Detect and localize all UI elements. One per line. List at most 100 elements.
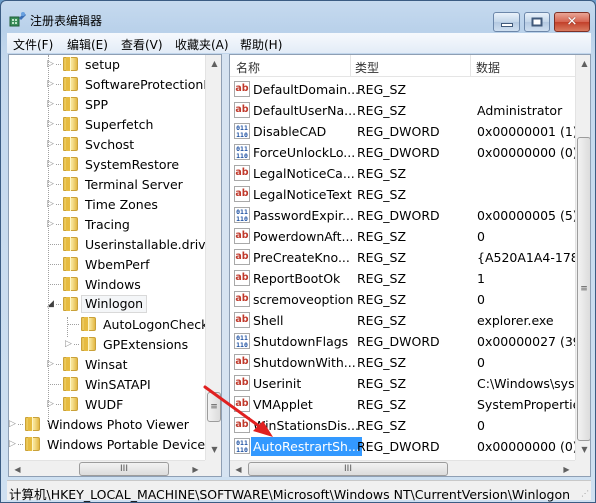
tree-item[interactable]: ▷ Windows Portable Devices — [9, 434, 212, 454]
window-title: 注册表编辑器 — [30, 14, 103, 28]
menu-view[interactable]: 查看(V) — [121, 36, 163, 53]
folder-icon — [63, 57, 78, 71]
value-row[interactable]: 011 110 PasswordExpir... REG_DWORD 0x0000000… — [230, 205, 578, 226]
tree-item-label: Windows Photo Viewer — [47, 417, 189, 432]
value-row[interactable]: ab PowerdownAft... REG_SZ 0 — [230, 226, 575, 247]
menu-edit[interactable]: 编辑(E) — [67, 36, 108, 53]
value-row[interactable]: ab scremoveoption REG_SZ 0 — [230, 289, 575, 310]
tree-item[interactable]: ▷ Winsat — [9, 354, 209, 374]
tree-item[interactable]: ▷ SoftwareProtectionPla — [9, 74, 221, 94]
column-divider[interactable] — [350, 55, 351, 77]
tree-connector — [56, 404, 61, 405]
tree-item[interactable]: ▷ SystemRestore — [9, 154, 209, 174]
column-divider[interactable] — [470, 55, 471, 77]
value-row[interactable]: ab LegalNoticeText REG_SZ — [230, 184, 575, 205]
binary-line: 110 — [236, 131, 248, 139]
pane-splitter[interactable] — [222, 54, 229, 477]
tree-item[interactable]: WinSATAPI — [9, 374, 209, 394]
collapsed-triangle-icon[interactable]: ▷ — [65, 339, 72, 349]
scroll-corner — [205, 460, 221, 476]
collapsed-triangle-icon[interactable]: ▷ — [9, 439, 16, 449]
tree-item[interactable]: ▷ Superfetch — [9, 114, 209, 134]
tree-item[interactable]: ▷ Terminal Server — [9, 174, 209, 194]
menu-file[interactable]: 文件(F) — [13, 36, 53, 53]
key-tree[interactable]: ▷ setup ▷ SoftwareProtectionPla ▷ SPP ▷ Superfe… — [8, 54, 222, 477]
binary-line: 110 — [236, 446, 248, 454]
maximize-button[interactable] — [524, 12, 550, 32]
menu-favorites[interactable]: 收藏夹(A) — [175, 36, 229, 53]
tree-horizontal-scrollbar[interactable]: ◀ III ▶ — [9, 460, 205, 476]
value-row[interactable]: 011 110 ForceUnlockLo... REG_DWORD 0x0000000… — [230, 142, 578, 163]
list-horizontal-scrollbar[interactable]: ◀ III ▶ — [230, 460, 575, 476]
tree-item[interactable]: ▷ Tracing — [9, 214, 209, 234]
tree-connector — [74, 344, 79, 345]
value-data: {A520A1A4-1780 — [477, 250, 587, 265]
string-value-icon: ab — [234, 81, 250, 97]
tree-item[interactable]: ▷ Time Zones — [9, 194, 209, 214]
value-row[interactable]: ab Shell REG_SZ explorer.exe — [230, 310, 575, 331]
tree-item-label: SystemRestore — [85, 157, 180, 172]
value-row[interactable]: ab VMApplet REG_SZ SystemPropertie — [230, 394, 580, 415]
tree-item[interactable]: Windows — [9, 274, 209, 294]
value-row[interactable]: ab PreCreateKno... REG_SZ {A520A1A4-1780 — [230, 247, 587, 268]
scroll-thumb[interactable]: ≡ — [577, 137, 590, 441]
value-name: ReportBootOk — [253, 271, 341, 286]
value-list[interactable]: 名称 类型 数据 ab DefaultDomain... REG_SZ ab Defau… — [229, 54, 591, 477]
tree-item[interactable]: Userinstallable.drivers — [9, 234, 221, 254]
tree-item-label: WinSATAPI — [85, 377, 151, 392]
folder-icon — [63, 177, 78, 191]
column-name[interactable]: 名称 — [236, 59, 260, 76]
value-row[interactable]: ab WinStationsDis... REG_SZ 0 — [230, 415, 575, 436]
scroll-left-icon[interactable]: ◀ — [230, 461, 247, 476]
list-vertical-scrollbar[interactable]: ▲ ≡ ▼ — [575, 55, 590, 460]
value-type: REG_DWORD — [357, 208, 440, 223]
resize-grip-icon[interactable]: ⋰ — [581, 489, 589, 498]
tree-item[interactable]: ▷ Svchost — [9, 134, 209, 154]
menu-help[interactable]: 帮助(H) — [240, 36, 282, 53]
value-row[interactable]: 011 110 ShutdownFlags REG_DWORD 0x00000027 (… — [230, 331, 586, 352]
scroll-down-icon[interactable]: ▼ — [576, 441, 590, 458]
tree-item[interactable]: ▷ Windows Photo Viewer — [9, 414, 209, 434]
tree-item[interactable]: ▷ WUDF — [9, 394, 209, 414]
scroll-up-icon[interactable]: ▲ — [206, 55, 221, 72]
tree-connector — [50, 284, 61, 285]
value-row[interactable]: 011 110 DisableCAD REG_DWORD 0x00000001 (1) — [230, 121, 578, 142]
string-value-icon: ab — [234, 249, 250, 265]
tree-item-label: Time Zones — [85, 197, 158, 212]
scroll-up-icon[interactable]: ▲ — [576, 55, 590, 72]
tree-item[interactable]: ◢ Winlogon — [9, 294, 209, 314]
tree-item[interactable]: AutoLogonChecke — [9, 314, 216, 334]
collapsed-triangle-icon[interactable]: ▷ — [9, 419, 16, 429]
scroll-down-icon[interactable]: ▼ — [206, 441, 221, 458]
value-row[interactable]: ab ReportBootOk REG_SZ 1 — [230, 268, 575, 289]
scroll-left-icon[interactable]: ◀ — [9, 461, 26, 476]
value-row[interactable]: ab ShutdownWith... REG_SZ 0 — [230, 352, 575, 373]
value-row[interactable]: ab DefaultDomain... REG_SZ — [230, 79, 575, 100]
tree-connector — [56, 184, 61, 185]
tree-item[interactable]: ▷ GPExtensions — [9, 334, 209, 354]
value-row[interactable]: ab Userinit REG_SZ C:\Windows\syst — [230, 373, 579, 394]
tree-vertical-scrollbar[interactable]: ▲ ≡ ▼ — [205, 55, 221, 460]
tree-item[interactable]: ▷ setup — [9, 55, 209, 74]
column-data[interactable]: 数据 — [476, 59, 500, 76]
string-value-icon: ab — [234, 186, 250, 202]
binary-value-icon: 011 110 — [234, 333, 250, 349]
grip-icon: III — [344, 464, 352, 474]
scroll-right-icon[interactable]: ▶ — [187, 461, 204, 476]
scroll-thumb[interactable]: III — [248, 462, 448, 476]
tree-item[interactable]: WbemPerf — [9, 254, 209, 274]
tree-item[interactable]: ▷ SPP — [9, 94, 209, 114]
value-row[interactable]: ab DefaultUserNa... REG_SZ Administrator — [230, 100, 575, 121]
minimize-button[interactable] — [493, 12, 520, 32]
scroll-right-icon[interactable]: ▶ — [558, 461, 575, 476]
value-row[interactable]: ab LegalNoticeCa... REG_SZ — [230, 163, 575, 184]
column-type[interactable]: 类型 — [355, 59, 379, 76]
close-button[interactable]: ✕ — [554, 12, 590, 32]
title-bar[interactable]: 注册表编辑器 ✕ — [1, 1, 595, 32]
scroll-thumb[interactable]: ≡ — [207, 392, 221, 422]
scroll-thumb[interactable]: III — [79, 462, 169, 476]
value-row[interactable]: 011 110 AutoRestrartSh... REG_DWORD 0x000000… — [230, 436, 578, 457]
value-name: PreCreateKno... — [253, 250, 350, 265]
string-value-icon: ab — [234, 396, 250, 412]
value-type: REG_SZ — [357, 229, 407, 244]
